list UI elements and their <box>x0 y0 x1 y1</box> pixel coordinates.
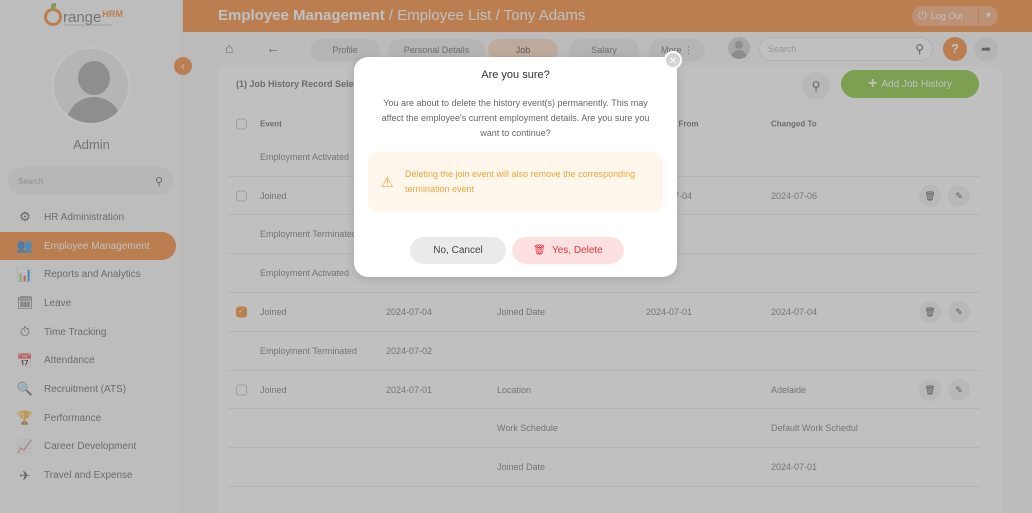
confirm-delete-button[interactable]: 🗑 Yes, Delete <box>512 237 624 264</box>
cancel-button[interactable]: No, Cancel <box>410 237 506 264</box>
warning-icon: ⚠ <box>381 174 394 190</box>
confirm-delete-label: Yes, Delete <box>551 245 603 256</box>
dialog-message: You are about to delete the history even… <box>381 98 650 138</box>
trash-icon: 🗑 <box>533 245 546 256</box>
warning-text: Deleting the join event will also remove… <box>405 169 636 194</box>
confirm-delete-dialog: ✕ Are you sure? You are about to delete … <box>354 51 682 277</box>
warning-banner: ⚠ Deleting the join event will also remo… <box>368 152 663 212</box>
dialog-title: Are you sure? <box>481 69 550 81</box>
cancel-label: No, Cancel <box>433 245 483 256</box>
close-icon[interactable]: ✕ <box>664 51 682 69</box>
